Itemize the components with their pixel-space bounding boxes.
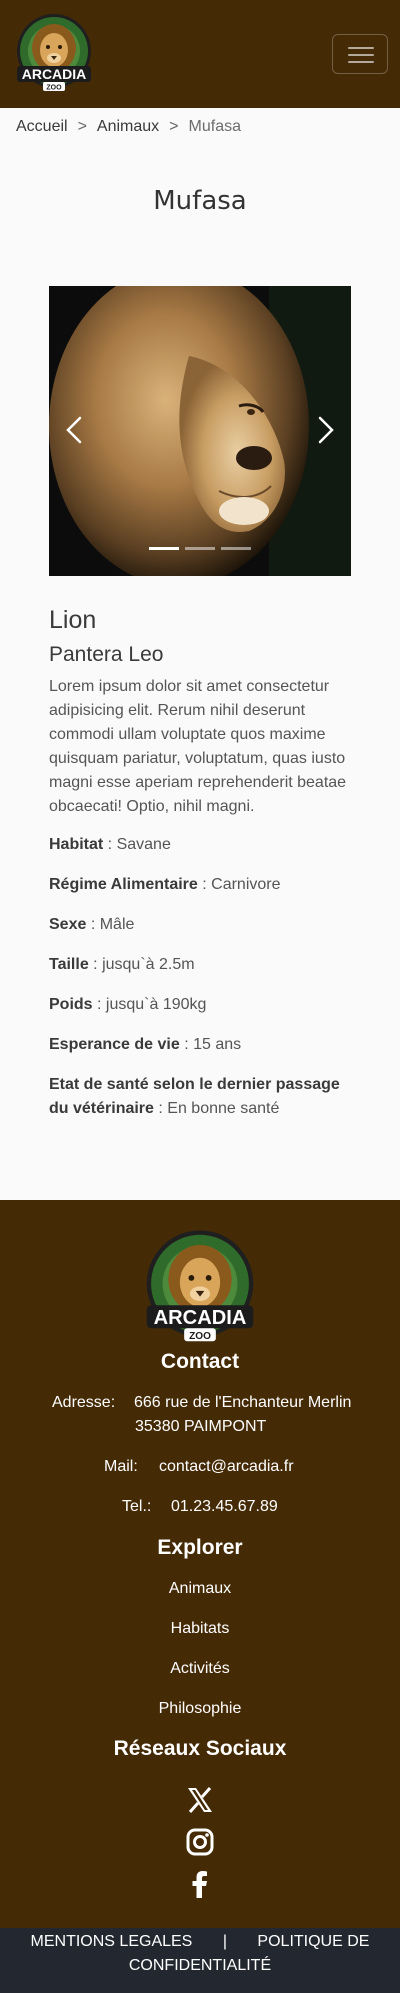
diet-value: Carnivore	[211, 876, 281, 893]
separator: :	[103, 836, 117, 853]
sex-label: Sexe	[49, 916, 87, 933]
explore-heading: Explorer	[157, 1536, 243, 1559]
footer-link-habitats[interactable]: Habitats	[0, 1620, 400, 1638]
separator: :	[88, 956, 103, 973]
page-title: Mufasa	[153, 186, 247, 216]
site-header: ARCADIA ZOO	[0, 0, 400, 108]
legal-notice-link[interactable]: MENTIONS LEGALES	[31, 1933, 193, 1950]
mail-label: Mail:	[104, 1458, 138, 1475]
phone-link[interactable]: 01.23.45.67.89	[171, 1498, 278, 1516]
habitat-value: Savane	[116, 836, 171, 853]
carousel-next-button[interactable]	[305, 410, 345, 450]
separator: :	[179, 1036, 194, 1053]
legal-bar: MENTIONS LEGALES | POLITIQUE DE CONFIDEN…	[0, 1928, 400, 1993]
logo-text: ARCADIA	[22, 66, 87, 82]
address-line2: 35380 PAIMPONT	[135, 1418, 267, 1435]
address-line1: 666 rue de l'Enchanteur Merlin	[134, 1394, 352, 1411]
carousel-prev-button[interactable]	[55, 410, 95, 450]
breadcrumb-separator: >	[169, 118, 179, 135]
carousel-indicator[interactable]	[221, 547, 251, 550]
animal-race: Lion	[49, 606, 97, 634]
breadcrumb-separator: >	[77, 118, 87, 135]
separator: :	[92, 996, 106, 1013]
breadcrumb-animals-link[interactable]: Animaux	[97, 118, 159, 136]
hamburger-menu-button[interactable]	[332, 34, 388, 74]
instagram-icon[interactable]	[184, 1826, 216, 1858]
hamburger-line	[348, 54, 374, 56]
chevron-left-icon	[66, 416, 82, 444]
diet-label: Régime Alimentaire	[49, 876, 198, 893]
animal-details: Lion Pantera Leo Lorem ipsum dolor sit a…	[49, 606, 359, 1137]
weight-row: Poids : jusqu`à 190kg	[49, 993, 359, 1017]
logo-subtext: ZOO	[46, 85, 62, 92]
weight-value: jusqu`à 190kg	[105, 996, 207, 1013]
sex-value: Mâle	[99, 916, 135, 933]
diet-row: Régime Alimentaire : Carnivore	[49, 873, 359, 897]
breadcrumb-current: Mufasa	[188, 118, 241, 135]
footer-arcadia-logo[interactable]: ARCADIA ZOO	[141, 1228, 259, 1348]
separator: :	[86, 916, 100, 933]
footer-link-philosophie[interactable]: Philosophie	[0, 1700, 400, 1718]
contact-heading: Contact	[160, 1350, 240, 1373]
social-heading: Réseaux Sociaux	[113, 1737, 287, 1760]
mail-link[interactable]: contact@arcadia.fr	[159, 1458, 294, 1476]
life-expectancy-value: 15 ans	[193, 1036, 242, 1053]
sex-row: Sexe : Mâle	[49, 913, 359, 937]
health-value: En bonne santé	[167, 1100, 280, 1117]
animal-description: Lorem ipsum dolor sit amet consectetur a…	[49, 678, 347, 815]
size-row: Taille : jusqu`à 2.5m	[49, 953, 359, 977]
footer-logo-subtext: ZOO	[189, 1331, 211, 1342]
size-label: Taille	[49, 956, 89, 973]
facebook-icon[interactable]	[184, 1868, 216, 1900]
x-twitter-icon[interactable]	[184, 1784, 216, 1816]
carousel-indicators	[49, 547, 351, 550]
hamburger-line	[348, 61, 374, 63]
legal-separator: |	[222, 1933, 227, 1950]
separator: :	[153, 1100, 168, 1117]
carousel-indicator[interactable]	[149, 547, 179, 550]
size-value: jusqu`à 2.5m	[102, 956, 195, 973]
footer-logo-text: ARCADIA	[154, 1307, 247, 1329]
address-label: Adresse:	[52, 1394, 116, 1411]
breadcrumb: Accueil > Animaux > Mufasa	[16, 118, 241, 136]
habitat-row: Habitat : Savane	[49, 833, 359, 857]
breadcrumb-home-link[interactable]: Accueil	[16, 118, 68, 136]
animal-carousel[interactable]	[49, 286, 351, 576]
site-footer: ARCADIA ZOO Contact Adresse: 666 rue de …	[0, 1200, 400, 1928]
carousel-indicator[interactable]	[185, 547, 215, 550]
separator: :	[197, 876, 212, 893]
phone-label: Tel.:	[122, 1498, 152, 1515]
hamburger-menu-icon	[348, 47, 374, 49]
chevron-right-icon	[318, 416, 334, 444]
life-expectancy-label: Esperance de vie	[49, 1036, 180, 1053]
health-row: Etat de santé selon le dernier passage d…	[49, 1073, 359, 1121]
habitat-label: Habitat	[49, 836, 104, 853]
life-expectancy-row: Esperance de vie : 15 ans	[49, 1033, 359, 1057]
animal-species: Pantera Leo	[49, 643, 164, 666]
arcadia-logo[interactable]: ARCADIA ZOO	[13, 14, 95, 94]
footer-link-activites[interactable]: Activités	[0, 1660, 400, 1678]
weight-label: Poids	[49, 996, 93, 1013]
footer-link-animaux[interactable]: Animaux	[0, 1580, 400, 1598]
